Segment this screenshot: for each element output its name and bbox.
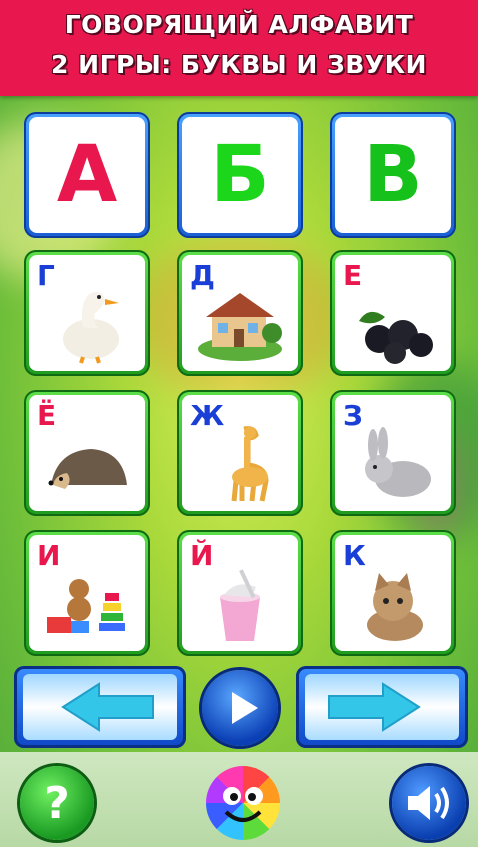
card-d[interactable]: Д [177,250,303,376]
title-line-1: ГОВОРЯЩИЙ АЛФАВИТ [64,10,414,39]
card-g[interactable]: Г [24,250,150,376]
letter-tile-b[interactable]: Б [177,112,303,238]
letter-tile-a[interactable]: А [24,112,150,238]
sound-button[interactable] [392,766,466,840]
yogurt-icon [220,569,260,641]
big-letter: В [363,130,423,220]
rabbit-icon [365,427,431,497]
title-banner: ГОВОРЯЩИЙ АЛФАВИТ 2 ИГРЫ: БУКВЫ И ЗВУКИ [0,0,478,96]
kitten-icon [367,573,423,641]
card-yo[interactable]: Ё [24,390,150,516]
big-letter: А [56,130,118,220]
play-icon [232,692,258,724]
arrow-right-icon [328,682,421,732]
goose-icon [63,292,119,364]
house-icon [198,293,282,361]
letter-tile-v[interactable]: В [330,112,456,238]
toys-icon [47,579,125,633]
smiley-button[interactable] [206,766,280,840]
prev-button[interactable] [14,666,186,748]
title-line-2: 2 ИГРЫ: БУКВЫ И ЗВУКИ [51,50,427,79]
card-e[interactable]: Е [330,250,456,376]
smiley-icon [223,787,263,822]
card-y[interactable]: Й [177,530,303,656]
card-zh[interactable]: Ж [177,390,303,516]
help-button[interactable]: ? [20,766,94,840]
arrow-left-icon [61,682,154,732]
big-letter: Б [210,130,270,220]
blackberry-icon [359,311,433,364]
card-z[interactable]: З [330,390,456,516]
speaker-icon [408,786,449,820]
play-button[interactable] [202,670,278,746]
help-label: ? [44,777,70,829]
giraffe-icon [231,426,269,502]
next-button[interactable] [296,666,468,748]
card-k[interactable]: К [330,530,456,656]
card-i[interactable]: И [24,530,150,656]
hedgehog-icon [48,449,127,489]
